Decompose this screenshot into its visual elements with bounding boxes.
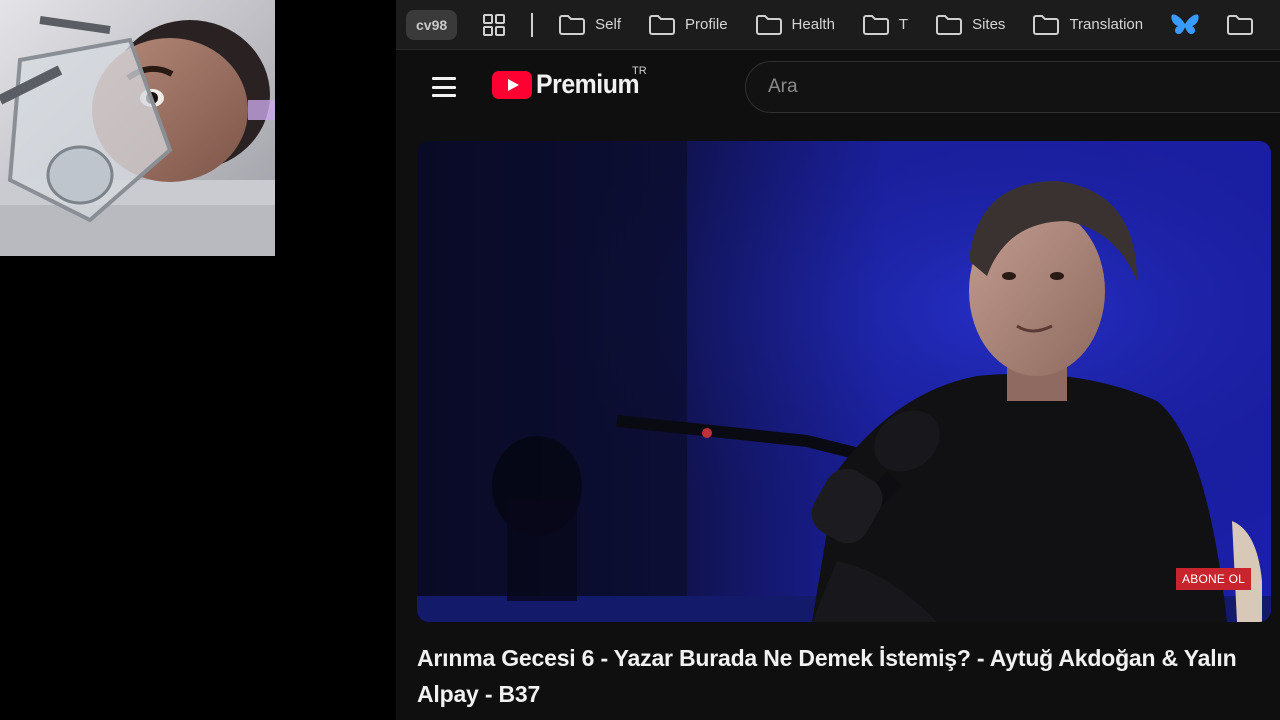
profile-chip[interactable]: cv98 bbox=[406, 9, 458, 40]
bookmarks-separator bbox=[531, 12, 534, 37]
youtube-premium-logo[interactable]: Premium TR bbox=[492, 65, 648, 100]
bookmark-label: Translation bbox=[1069, 16, 1144, 33]
bookmark-folder-translation[interactable]: Translation bbox=[1019, 0, 1157, 49]
bookmark-label: Sites bbox=[972, 16, 1006, 33]
hamburger-menu-icon[interactable] bbox=[432, 77, 456, 97]
folder-icon bbox=[649, 14, 676, 35]
logo-region: TR bbox=[632, 65, 647, 77]
bookmark-folder-t[interactable]: T bbox=[849, 0, 922, 49]
bookmark-folder-sites[interactable]: Sites bbox=[922, 0, 1019, 49]
bookmarks-bar: cv98 Self Profile Health T Sites Transla… bbox=[396, 0, 1280, 50]
folder-icon bbox=[755, 14, 782, 35]
bookmark-label: T bbox=[898, 16, 909, 33]
video-frame bbox=[417, 141, 1271, 622]
bookmark-label: Health bbox=[791, 16, 835, 33]
bookmark-folder-self[interactable]: Self bbox=[545, 0, 635, 49]
youtube-header: Premium TR bbox=[396, 51, 1280, 127]
logo-text: Premium bbox=[536, 69, 640, 99]
folder-icon bbox=[1033, 14, 1060, 35]
bookmark-label: Self bbox=[595, 16, 622, 33]
bookmark-folder-profile[interactable]: Profile bbox=[635, 0, 742, 49]
folder-icon bbox=[936, 14, 963, 35]
youtube-play-icon bbox=[492, 70, 532, 99]
bookmark-label: Profile bbox=[685, 16, 728, 33]
video-title: Arınma Gecesi 6 - Yazar Burada Ne Demek … bbox=[417, 645, 1237, 707]
search-input[interactable] bbox=[745, 61, 1280, 113]
bluesky-butterfly-icon[interactable] bbox=[1171, 13, 1199, 37]
apps-grid-icon[interactable] bbox=[481, 12, 507, 38]
folder-icon[interactable] bbox=[1227, 14, 1254, 35]
subscribe-badge[interactable]: ABONE OL bbox=[1176, 568, 1251, 590]
webcam-overlay bbox=[0, 0, 275, 256]
bookmark-folder-health[interactable]: Health bbox=[742, 0, 849, 49]
folder-icon bbox=[862, 14, 889, 35]
video-player[interactable]: ABONE OL bbox=[417, 141, 1271, 622]
webcam-image bbox=[0, 0, 275, 256]
browser-window: cv98 Self Profile Health T Sites Transla… bbox=[396, 0, 1280, 720]
folder-icon bbox=[559, 14, 586, 35]
